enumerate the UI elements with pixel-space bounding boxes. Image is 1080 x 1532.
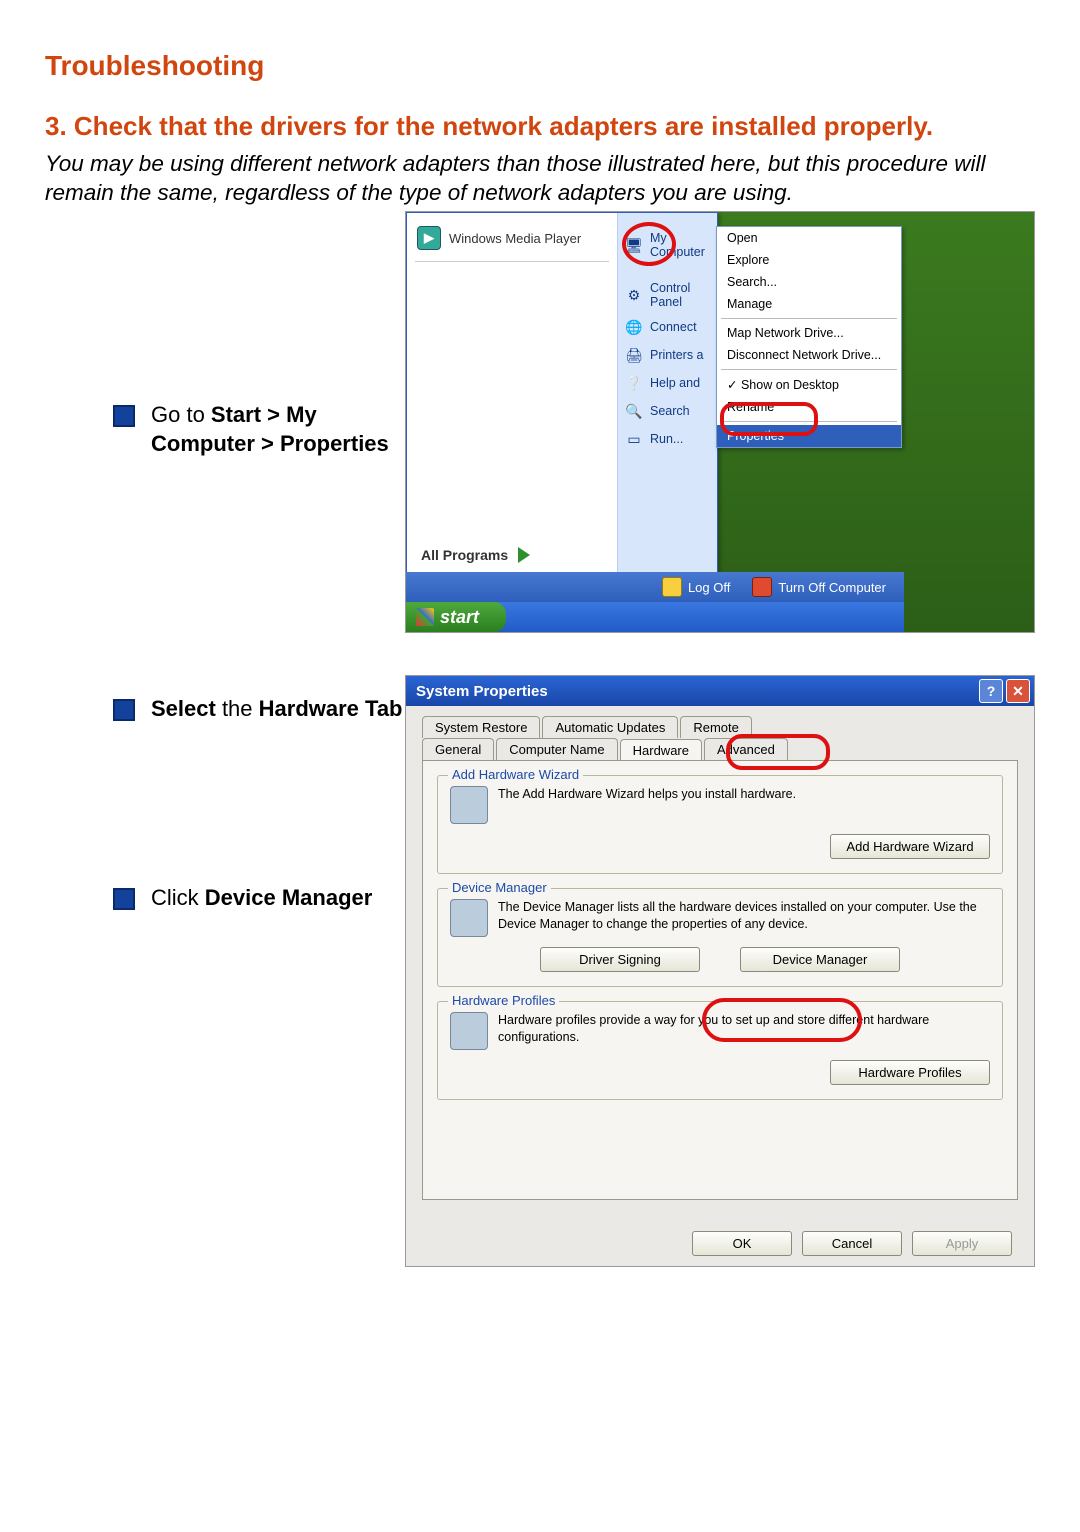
- power-icon: [752, 577, 772, 597]
- hardware-profiles-button[interactable]: Hardware Profiles: [830, 1060, 990, 1085]
- add-hw-text: The Add Hardware Wizard helps you instal…: [498, 786, 990, 824]
- start-item-run[interactable]: ▭Run...: [618, 425, 717, 453]
- intro-text: You may be using different network adapt…: [45, 149, 1035, 208]
- ctx-manage[interactable]: Manage: [717, 293, 901, 315]
- printer-icon: 🖨: [624, 345, 644, 365]
- logoff-button[interactable]: Log Off: [662, 577, 730, 597]
- help-button[interactable]: ?: [979, 679, 1003, 703]
- start-item-controlpanel[interactable]: ⚙Control Panel: [618, 277, 717, 313]
- apply-button[interactable]: Apply: [912, 1231, 1012, 1256]
- device-manager-button[interactable]: Device Manager: [740, 947, 900, 972]
- start-item-wmp[interactable]: ▶ Windows Media Player: [413, 221, 611, 255]
- ctx-open[interactable]: Open: [717, 227, 901, 249]
- close-button[interactable]: ✕: [1006, 679, 1030, 703]
- all-programs[interactable]: All Programs: [421, 547, 530, 563]
- cancel-button[interactable]: Cancel: [802, 1231, 902, 1256]
- screenshot-system-properties: System Properties ? ✕ System Restore Aut…: [405, 675, 1035, 1267]
- bullet-icon: [113, 405, 135, 427]
- windows-flag-icon: [416, 608, 434, 626]
- ctx-show-desktop[interactable]: Show on Desktop: [717, 373, 901, 396]
- callout-ring-device-manager: [702, 998, 862, 1042]
- bullet-1: Go to Start > My Computer > Properties: [151, 401, 405, 458]
- run-icon: ▭: [624, 429, 644, 449]
- window-title: System Properties: [416, 683, 548, 700]
- tab-computer-name[interactable]: Computer Name: [496, 738, 617, 760]
- network-icon: 🌐: [624, 317, 644, 337]
- tab-general[interactable]: General: [422, 738, 494, 760]
- ctx-explore[interactable]: Explore: [717, 249, 901, 271]
- callout-ring-properties: [720, 402, 818, 436]
- screenshot-start-menu: ▶ Windows Media Player All Programs 🖥My …: [405, 211, 1035, 633]
- add-hardware-wizard-button[interactable]: Add Hardware Wizard: [830, 834, 990, 859]
- start-footer: Log Off Turn Off Computer: [406, 572, 904, 602]
- tab-system-restore[interactable]: System Restore: [422, 716, 540, 738]
- hardware-profiles-icon: [450, 1012, 488, 1050]
- ctx-map-drive[interactable]: Map Network Drive...: [717, 322, 901, 344]
- legend-hardware-profiles: Hardware Profiles: [448, 993, 559, 1008]
- search-icon: 🔍: [624, 401, 644, 421]
- legend-add-hardware: Add Hardware Wizard: [448, 767, 583, 782]
- help-icon: ❔: [624, 373, 644, 393]
- driver-signing-button[interactable]: Driver Signing: [540, 947, 700, 972]
- callout-ring-hardware-tab: [726, 734, 830, 770]
- step-heading: 3. Check that the drivers for the networ…: [77, 110, 1035, 143]
- bullet-icon: [113, 888, 135, 910]
- tab-hardware[interactable]: Hardware: [620, 739, 702, 761]
- start-panel: ▶ Windows Media Player All Programs 🖥My …: [406, 212, 718, 574]
- logoff-icon: [662, 577, 682, 597]
- start-button[interactable]: start: [406, 602, 506, 632]
- callout-ring-mycomputer: [622, 222, 676, 266]
- ok-button[interactable]: OK: [692, 1231, 792, 1256]
- start-item-search[interactable]: 🔍Search: [618, 397, 717, 425]
- bullet-icon: [113, 699, 135, 721]
- legend-device-manager: Device Manager: [448, 880, 551, 895]
- bullet-2: Select the Hardware Tab: [151, 695, 403, 724]
- device-manager-icon: [450, 899, 488, 937]
- hardware-wizard-icon: [450, 786, 488, 824]
- tab-body: Add Hardware Wizard The Add Hardware Wiz…: [422, 760, 1018, 1200]
- turnoff-button[interactable]: Turn Off Computer: [752, 577, 886, 597]
- start-item-printers[interactable]: 🖨Printers a: [618, 341, 717, 369]
- page-title: Troubleshooting: [45, 50, 1035, 82]
- bullet-3: Click Device Manager: [151, 884, 372, 913]
- control-panel-icon: ⚙: [624, 285, 644, 305]
- chevron-right-icon: [518, 547, 530, 563]
- group-device-manager: Device Manager The Device Manager lists …: [437, 888, 1003, 987]
- taskbar: start: [406, 602, 904, 632]
- wmp-icon: ▶: [417, 226, 441, 250]
- devmgr-text: The Device Manager lists all the hardwar…: [498, 899, 990, 937]
- start-item-connect[interactable]: 🌐Connect: [618, 313, 717, 341]
- group-add-hardware: Add Hardware Wizard The Add Hardware Wiz…: [437, 775, 1003, 874]
- ctx-search[interactable]: Search...: [717, 271, 901, 293]
- start-item-help[interactable]: ❔Help and: [618, 369, 717, 397]
- ctx-disconnect-drive[interactable]: Disconnect Network Drive...: [717, 344, 901, 366]
- tab-auto-updates[interactable]: Automatic Updates: [542, 716, 678, 738]
- window-titlebar: System Properties ? ✕: [406, 676, 1034, 706]
